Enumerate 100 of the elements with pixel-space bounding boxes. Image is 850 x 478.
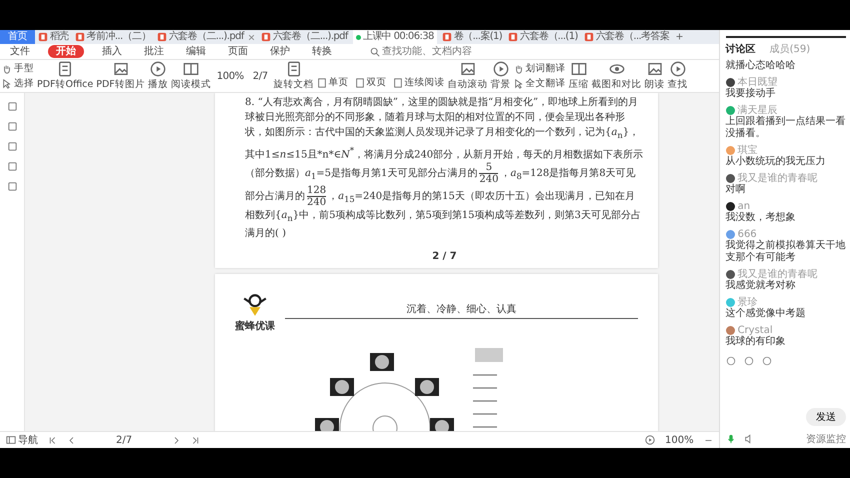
sidebar-icon	[6, 181, 18, 192]
user-name: Crystal	[738, 325, 773, 336]
toolbar-button[interactable]: 划词翻译	[514, 62, 566, 75]
chat-message: 我感觉就考对称	[726, 280, 797, 292]
header-motto: 沉着、冷静、细心、认真	[285, 302, 638, 320]
document-tab[interactable]: 考前冲...（二）	[72, 30, 154, 44]
chat-message: 我觉得之前模拟卷算天干地支那个有可能考	[726, 240, 846, 264]
menu-tab[interactable]: 编辑	[182, 45, 210, 58]
user-name: 我又是谁的青春呢	[738, 173, 818, 184]
document-tab[interactable]: 六套卷（二...).pdf	[258, 30, 351, 44]
play-icon	[670, 61, 686, 77]
chat-message: 这个感觉像中考题	[726, 308, 807, 320]
menu-tab[interactable]: 文件	[6, 45, 34, 58]
toolbar-button[interactable]: 压缩	[568, 61, 589, 91]
pdf-file-icon	[584, 32, 594, 42]
panel-icon	[6, 435, 16, 445]
resource-monitor-link[interactable]: 资源监控	[806, 432, 846, 446]
pdf-file-icon	[508, 32, 518, 42]
pdf-file-icon	[38, 32, 48, 42]
send-button[interactable]: 发送	[806, 408, 846, 426]
document-tab[interactable]: 六套卷（二...).pdf	[154, 30, 258, 44]
image-icon	[646, 61, 663, 77]
chat-message: 就播心态哈哈哈	[726, 60, 797, 72]
play-icon	[492, 61, 509, 77]
menu-tab[interactable]: 页面	[224, 45, 252, 58]
live-class-timer[interactable]: 上课中 00:06:38	[352, 30, 437, 44]
menu-tab[interactable]: 开始	[48, 45, 84, 58]
page-icon	[57, 61, 74, 77]
user-name: 景珍	[738, 297, 758, 308]
document-tab[interactable]: 稻壳	[34, 30, 72, 44]
chat-tool-icon	[762, 356, 772, 366]
toolbar-button[interactable]: 双页	[354, 76, 387, 89]
user-name: 我又是谁的青春呢	[738, 269, 818, 280]
sidebar-icon	[6, 161, 18, 172]
toolbar-button[interactable]: PDF转Office	[37, 61, 94, 91]
sidebar-icon	[6, 121, 18, 132]
toolbar-button[interactable]: 背景	[490, 61, 511, 91]
hand-icon	[514, 64, 524, 74]
previous-page-icon	[67, 436, 76, 444]
sidebar-icon	[6, 141, 18, 152]
toolbar-button[interactable]: 查找	[668, 61, 688, 91]
user-name: 本日既望	[738, 77, 778, 88]
chat-tool-icon	[744, 356, 754, 366]
toolbar-value[interactable]: 2/7	[250, 70, 271, 82]
toolbar-button[interactable]: 全文翻译	[514, 77, 566, 90]
logo-text: 蜜蜂优课	[235, 319, 275, 334]
page-icon	[354, 78, 365, 88]
user-name: 666	[738, 229, 757, 240]
image-icon	[112, 61, 128, 77]
toolbar-value[interactable]: 100%	[214, 70, 247, 82]
toolbar-button[interactable]: 播放	[148, 61, 168, 91]
toolbar-button[interactable]: 旋转文档	[274, 61, 314, 91]
toolbar-button[interactable]: 选择	[2, 77, 34, 90]
page-icon	[286, 61, 302, 77]
menu-tab[interactable]: 插入	[98, 45, 126, 58]
pdf-file-icon	[156, 32, 167, 42]
first-page-icon	[48, 436, 57, 444]
menu-tab[interactable]: 转换	[308, 45, 336, 58]
document-tab[interactable]: 首页	[0, 30, 35, 44]
sidebar-icon	[6, 101, 18, 112]
pdf-file-icon	[260, 32, 271, 42]
toolbar-button[interactable]: 阅读模式	[170, 61, 211, 91]
toolbar-button[interactable]: 连续阅读	[392, 76, 445, 89]
close-icon[interactable]	[248, 34, 255, 40]
page-number: 2 / 7	[432, 251, 457, 262]
pdf-file-icon	[74, 32, 85, 42]
toolbar-button[interactable]: 自动滚动	[448, 61, 488, 91]
search-icon	[370, 46, 380, 56]
document-tab[interactable]: 六套卷（...考答案	[580, 30, 672, 44]
zoom-level[interactable]: 100%	[664, 434, 694, 446]
live-dot-icon	[356, 34, 361, 40]
toolbar-button[interactable]: PDF转图片	[96, 61, 145, 91]
cursor-icon	[514, 78, 524, 88]
plus-icon	[675, 32, 684, 41]
chat-message: 我没数，考想象	[726, 212, 797, 224]
document-tab[interactable]: 六套卷（...(1)	[505, 30, 581, 44]
toolbar-button[interactable]: 朗读	[644, 61, 665, 91]
navigation-button[interactable]: 导航	[6, 433, 38, 447]
user-name: 琪宝	[738, 145, 758, 156]
page-indicator[interactable]: 2/7	[116, 434, 132, 446]
chat-tool-icon	[726, 356, 736, 366]
toolbar-button[interactable]: 截图和对比	[592, 61, 642, 91]
next-page-icon	[172, 436, 182, 444]
image-icon	[460, 61, 476, 77]
toolbar-button[interactable]: 单页	[316, 76, 349, 89]
chat-message: 上回跟着播到一点结果一看没播看。	[726, 116, 846, 140]
page-icon	[392, 78, 403, 88]
play-icon	[644, 435, 655, 445]
page-icon	[316, 78, 327, 88]
hand-icon	[2, 64, 12, 74]
user-name: 满天星辰	[738, 105, 778, 116]
menu-tab[interactable]: 批注	[140, 45, 168, 58]
chat-message: 对啊	[726, 184, 747, 196]
bee-logo-icon	[242, 292, 268, 318]
document-tab[interactable]: 卷（...案(1)	[438, 30, 506, 44]
microphone-icon	[726, 434, 736, 444]
cursor-icon	[2, 78, 12, 88]
toolbar-button[interactable]: 手型	[2, 62, 34, 75]
menu-tab[interactable]: 保护	[266, 45, 294, 58]
chat-tab[interactable]: 讨论区	[726, 42, 756, 56]
